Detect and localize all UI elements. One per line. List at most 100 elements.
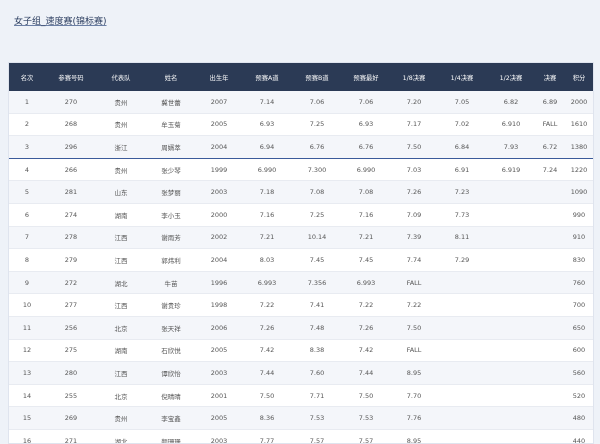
table-cell: 520 [565,384,593,408]
table-cell: 2000 [565,91,593,114]
table-cell: 9 [9,271,45,295]
table-cell: 6.93 [341,113,391,137]
table-cell: 6.910 [487,113,535,137]
column-header: 名次 [20,74,34,82]
table-row: 15 269 贵州 李宝鑫 2005 8.36 7.53 7.53 7.76 480 [9,406,593,430]
table-cell: 255 [45,384,97,408]
table-cell: 7.17 [391,113,437,137]
table-cell: 张梦丽 [145,180,197,204]
table-cell: 1 [9,91,45,114]
table-cell: 2003 [197,361,241,385]
table-cell: 7.22 [391,293,437,317]
table-cell: 1996 [197,271,241,295]
table-cell: 7.08 [341,180,391,204]
table-cell: 6.993 [341,271,391,295]
table-cell: 江西 [97,226,145,250]
table-cell: 6.919 [487,158,535,182]
table-cell: 760 [565,271,593,295]
table-cell: 湖南 [97,339,145,363]
table-cell: 270 [45,91,97,114]
table-cell: FALL [391,339,437,363]
table-cell [535,406,565,430]
table-cell [487,271,535,295]
table-cell: 1998 [197,293,241,317]
table-cell: 1999 [197,158,241,182]
table-cell: 7.24 [535,158,565,182]
table-cell: 6.93 [241,113,293,137]
table-cell: 650 [565,316,593,340]
table-row: 14 255 北京 倪晴晴 2001 7.50 7.71 7.50 7.70 520 [9,384,593,408]
column-header: 积分 [572,74,586,82]
table-cell: 266 [45,158,97,182]
table-cell: 4 [9,158,45,182]
table-cell: 1610 [565,113,593,137]
table-cell: 6.76 [341,135,391,159]
results-table: 名次 参赛号码 代表队 姓名 出生年 预赛A道 预赛B道 预赛最好 1/8决赛 1/4决赛 1/2决… [9,63,593,443]
table-cell: 11 [9,316,45,340]
table-cell: 2005 [197,113,241,137]
table-cell: 7.06 [341,91,391,114]
table-cell: 周婿萃 [145,135,197,159]
table-cell: 北京 [97,384,145,408]
table-cell [437,406,487,430]
column-header: 代表队 [111,74,131,82]
table-cell [437,361,487,385]
table-cell: 谢雨芳 [145,226,197,250]
table-cell: 7.21 [341,226,391,250]
table-cell: 13 [9,361,45,385]
table-cell [437,271,487,295]
table-cell: 7.44 [241,361,293,385]
table-row: 3 296 浙江 周婿萃 2004 6.94 6.76 6.76 7.50 6.84 7.93 6.7… [9,135,593,159]
table-cell [535,271,565,295]
table-cell: 5 [9,180,45,204]
table-cell: 14 [9,384,45,408]
table-cell: 8.38 [293,339,341,363]
table-cell: 2001 [197,384,241,408]
table-cell: 郭炜利 [145,248,197,272]
table-cell [535,316,565,340]
table-cell [437,316,487,340]
table-row: 8 279 江西 郭炜利 2004 8.03 7.45 7.45 7.74 7.29 830 [9,248,593,272]
table-cell: 2004 [197,248,241,272]
table-cell: 7.76 [391,406,437,430]
table-cell: 贵州 [97,158,145,182]
table-cell: 倪晴晴 [145,384,197,408]
table-cell: 7.16 [241,203,293,227]
table-cell: 910 [565,226,593,250]
table-row: 2 268 贵州 牟玉菊 2005 6.93 7.25 6.93 7.17 7.02 6.910 FA… [9,113,593,137]
column-header: 预赛B道 [305,74,329,82]
table-cell [535,361,565,385]
table-cell: 296 [45,135,97,159]
table-cell: 7.14 [241,91,293,114]
table-cell: 7 [9,226,45,250]
table-cell: 2007 [197,91,241,114]
table-cell: 7.50 [391,135,437,159]
table-cell: 7.23 [437,180,487,204]
table-cell [535,384,565,408]
column-header: 预赛A道 [255,74,279,82]
table-header-row: 名次 参赛号码 代表队 姓名 出生年 预赛A道 预赛B道 预赛最好 1/8决赛 1/4决赛 1/2决… [9,63,593,91]
table-cell [535,293,565,317]
table-cell: 7.09 [391,203,437,227]
table-cell: 2005 [197,406,241,430]
table-cell [487,384,535,408]
column-header: 姓名 [164,74,178,82]
table-row: 1 270 贵州 冀世蕾 2007 7.14 7.06 7.06 7.20 7.05 6.82 6.8… [9,91,593,114]
column-header: 预赛最好 [353,74,379,82]
table-cell: 6.82 [487,91,535,114]
table-cell [535,203,565,227]
table-row: 13 280 江西 谭欣怡 2003 7.44 7.60 7.44 8.95 560 [9,361,593,385]
table-cell: 7.39 [391,226,437,250]
table-cell: 8.36 [241,406,293,430]
table-cell [487,203,535,227]
column-header: 1/8决赛 [402,74,426,82]
table-cell: 7.45 [341,248,391,272]
table-cell: 7.05 [437,91,487,114]
table-cell: 1380 [565,135,593,159]
table-cell: 6 [9,203,45,227]
table-cell: 2006 [197,316,241,340]
table-cell: 7.70 [391,384,437,408]
table-cell: 256 [45,316,97,340]
table-cell: 2000 [197,203,241,227]
table-cell: 268 [45,113,97,137]
